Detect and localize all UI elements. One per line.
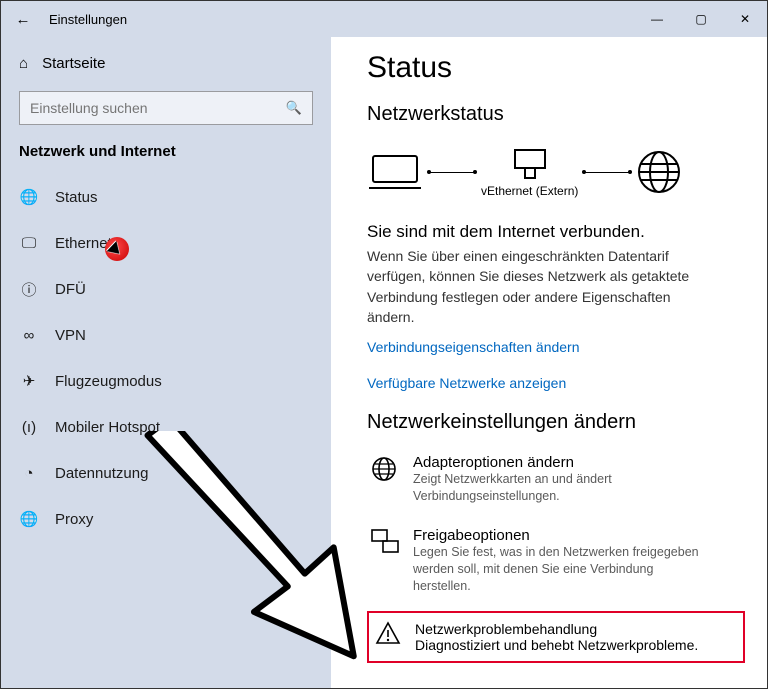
adapter-icon [371,454,399,505]
option-desc: Zeigt Netzwerkkarten an und ändert Verbi… [413,471,713,505]
connection-status: Sie sind mit dem Internet verbunden. [367,222,745,242]
hotspot-icon: (ı) [19,419,39,436]
globe-icon [636,149,682,195]
section-title: Netzwerkeinstellungen ändern [367,411,745,434]
title-bar: ← Einstellungen — ▢ ✕ [1,1,767,37]
section-title: Netzwerkstatus [367,103,745,126]
globe-icon: 🌐 [19,188,39,206]
nav-data-usage[interactable]: ◔ Datennutzung [1,450,331,496]
home-icon: ⌂ [19,55,28,72]
dialup-icon: ⓘ [19,279,39,300]
data-usage-icon: ◔ [19,465,39,482]
connector-line [429,172,475,173]
highlight-marker [105,237,129,261]
home-label: Startseite [42,55,105,72]
nav-label: Ethernet [55,235,112,252]
maximize-button[interactable]: ▢ [679,1,723,37]
nav-vpn[interactable]: ∞ VPN [1,312,331,358]
option-desc: Diagnostiziert und behebt Netzwerkproble… [415,637,698,653]
minimize-button[interactable]: — [635,1,679,37]
content-pane: Status Netzwerkstatus vEthernet (Extern)… [331,37,767,688]
sharing-icon [371,527,399,595]
nav-airplane[interactable]: ✈ Flugzeugmodus [1,358,331,404]
option-troubleshoot[interactable]: Netzwerkproblembehandlung Diagnostiziert… [367,611,745,663]
nav-proxy[interactable]: 🌐 Proxy [1,496,331,542]
nav-ethernet[interactable]: 🖵 Ethernet [1,220,331,266]
page-title: Status [367,51,745,85]
ethernet-icon: 🖵 [19,235,39,252]
nav-label: DFÜ [55,281,86,298]
router-icon [511,146,549,182]
home-button[interactable]: ⌂ Startseite [1,43,331,83]
option-sharing[interactable]: Freigabeoptionen Legen Sie fest, was in … [367,521,745,601]
sidebar: ⌂ Startseite 🔍 Netzwerk und Internet 🌐 S… [1,37,331,688]
nav-label: Flugzeugmodus [55,373,162,390]
section-heading: Netzwerk und Internet [1,141,331,174]
connector-line [584,172,630,173]
vpn-icon: ∞ [19,327,39,344]
option-desc: Legen Sie fest, was in den Netzwerken fr… [413,544,713,595]
warning-icon [375,621,401,653]
nav-label: Mobiler Hotspot [55,419,160,436]
airplane-icon: ✈ [19,372,39,390]
nav-hotspot[interactable]: (ı) Mobiler Hotspot [1,404,331,450]
connection-substatus: Wenn Sie über einen eingeschränkten Date… [367,246,707,327]
search-input[interactable] [30,100,286,116]
nav-label: VPN [55,327,86,344]
network-diagram: vEthernet (Extern) [367,140,745,202]
nav-dialup[interactable]: ⓘ DFÜ [1,266,331,312]
search-icon: 🔍 [286,100,302,116]
link-connection-properties[interactable]: Verbindungseigenschaften ändern [367,339,745,355]
search-box[interactable]: 🔍 [19,91,313,125]
link-available-networks[interactable]: Verfügbare Netzwerke anzeigen [367,375,745,391]
nav-label: Status [55,189,98,206]
router-label: vEthernet (Extern) [481,184,578,198]
option-title: Netzwerkproblembehandlung [415,621,698,637]
nav-status[interactable]: 🌐 Status [1,174,331,220]
nav-label: Proxy [55,511,93,528]
option-title: Freigabeoptionen [413,527,713,544]
option-adapter[interactable]: Adapteroptionen ändern Zeigt Netzwerkkar… [367,448,745,511]
pc-icon [367,152,423,192]
back-button[interactable]: ← [1,11,45,28]
nav-label: Datennutzung [55,465,148,482]
close-button[interactable]: ✕ [723,1,767,37]
proxy-icon: 🌐 [19,510,39,528]
window-title: Einstellungen [45,12,635,27]
option-title: Adapteroptionen ändern [413,454,713,471]
